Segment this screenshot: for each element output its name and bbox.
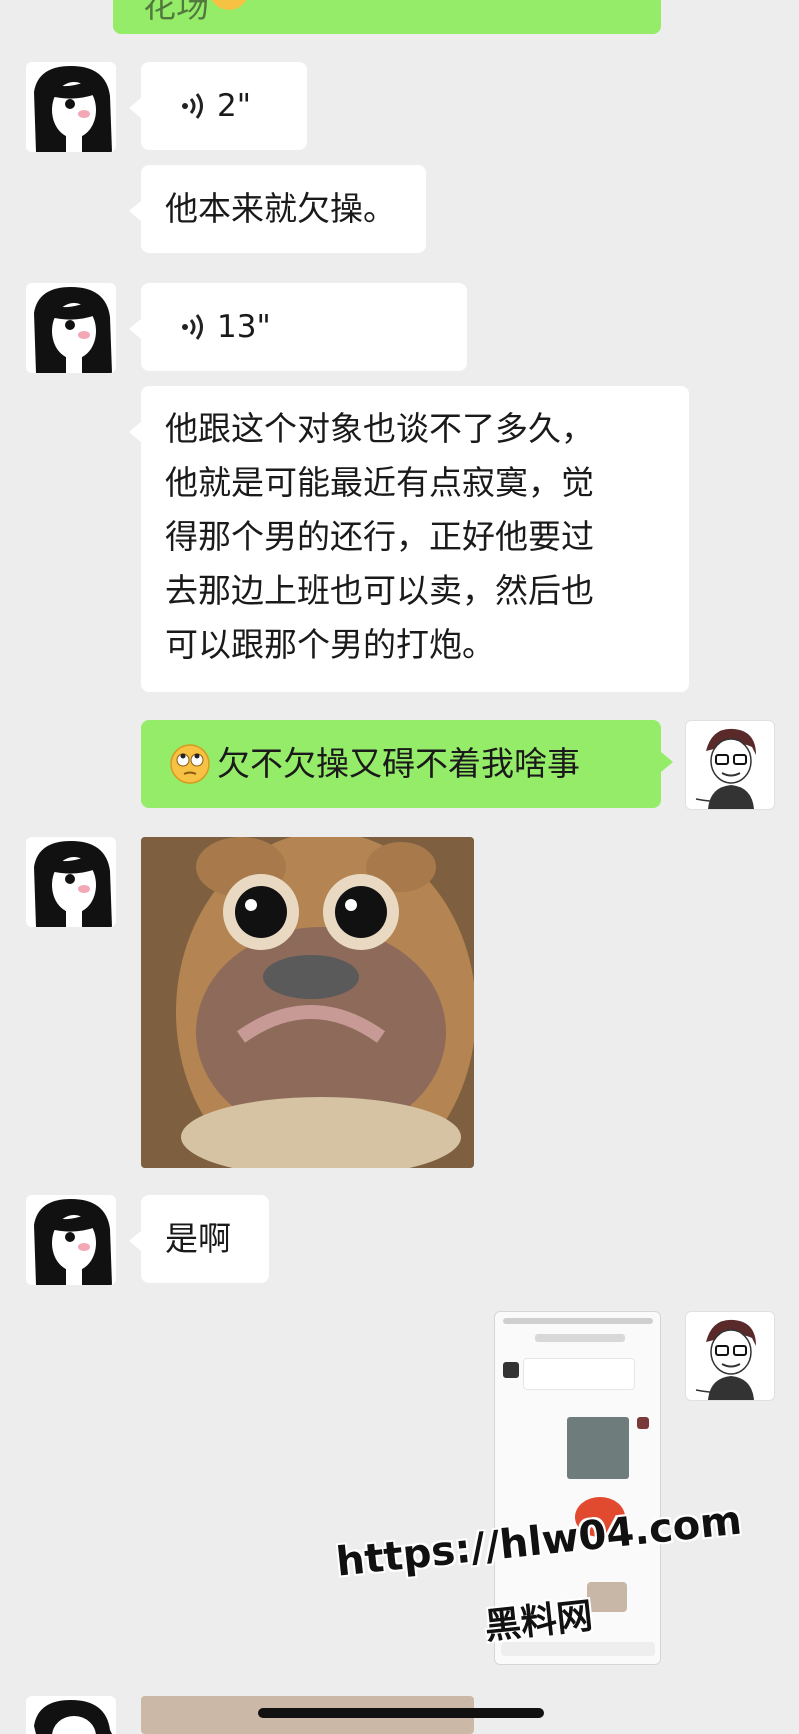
girl-avatar-icon bbox=[34, 1700, 112, 1734]
contact-avatar[interactable] bbox=[26, 283, 116, 373]
message-text: 欠不欠操又碍不着我啥事 bbox=[217, 744, 580, 783]
voice-message[interactable]: 13" bbox=[129, 283, 467, 371]
message-line: 去那边上班也可以卖，然后也 bbox=[165, 571, 594, 610]
outgoing-message[interactable]: 欠不欠操又碍不着我啥事 bbox=[141, 720, 673, 808]
rolling-eyes-emoji-icon bbox=[170, 744, 210, 784]
home-indicator[interactable] bbox=[258, 1708, 544, 1718]
boy-avatar-icon bbox=[695, 1319, 756, 1400]
bear-face-icon bbox=[141, 837, 474, 1168]
screenshot-header bbox=[535, 1334, 625, 1342]
screenshot-status-bar bbox=[503, 1318, 653, 1324]
girl-avatar-icon bbox=[34, 287, 112, 373]
boy-avatar-icon bbox=[695, 728, 756, 809]
outgoing-message-partial[interactable]: 花场 bbox=[113, 0, 661, 34]
message-line: 他跟这个对象也谈不了多久， bbox=[165, 409, 594, 448]
screenshot-self-avatar bbox=[637, 1417, 649, 1429]
screenshot-sticker bbox=[587, 1582, 627, 1612]
voice-wave-icon bbox=[182, 314, 203, 340]
contact-avatar[interactable] bbox=[26, 62, 116, 152]
girl-avatar-icon bbox=[34, 1199, 112, 1285]
voice-message[interactable]: 2" bbox=[129, 62, 307, 150]
message-line: 得那个男的还行，正好他要过 bbox=[165, 517, 594, 556]
voice-wave-icon bbox=[182, 93, 203, 119]
message-line: 可以跟那个男的打炮。 bbox=[165, 625, 495, 664]
self-avatar[interactable] bbox=[685, 720, 775, 810]
self-avatar[interactable] bbox=[685, 1311, 775, 1401]
message-line: 他就是可能最近有点寂寞，觉 bbox=[165, 463, 594, 502]
incoming-message[interactable]: 是啊 bbox=[129, 1195, 269, 1283]
message-text: 花场 bbox=[143, 0, 209, 25]
girl-avatar-icon bbox=[34, 66, 112, 152]
voice-duration: 2" bbox=[217, 88, 251, 124]
voice-duration: 13" bbox=[217, 309, 271, 345]
incoming-message[interactable]: 他跟这个对象也谈不了多久， 他就是可能最近有点寂寞，觉 得那个男的还行，正好他要… bbox=[129, 386, 689, 692]
screenshot-photo bbox=[567, 1417, 629, 1479]
message-text: 他本来就欠操。 bbox=[165, 189, 396, 228]
message-text: 是啊 bbox=[165, 1219, 231, 1258]
incoming-message[interactable]: 他本来就欠操。 bbox=[129, 165, 426, 253]
contact-avatar[interactable] bbox=[26, 1195, 116, 1285]
bear-sticker-image[interactable] bbox=[141, 837, 474, 1168]
contact-avatar[interactable] bbox=[26, 1696, 116, 1734]
girl-avatar-icon bbox=[34, 841, 112, 927]
emoji-icon bbox=[209, 0, 249, 10]
screenshot-message bbox=[523, 1358, 635, 1390]
screenshot-avatar bbox=[503, 1362, 519, 1378]
contact-avatar[interactable] bbox=[26, 837, 116, 927]
